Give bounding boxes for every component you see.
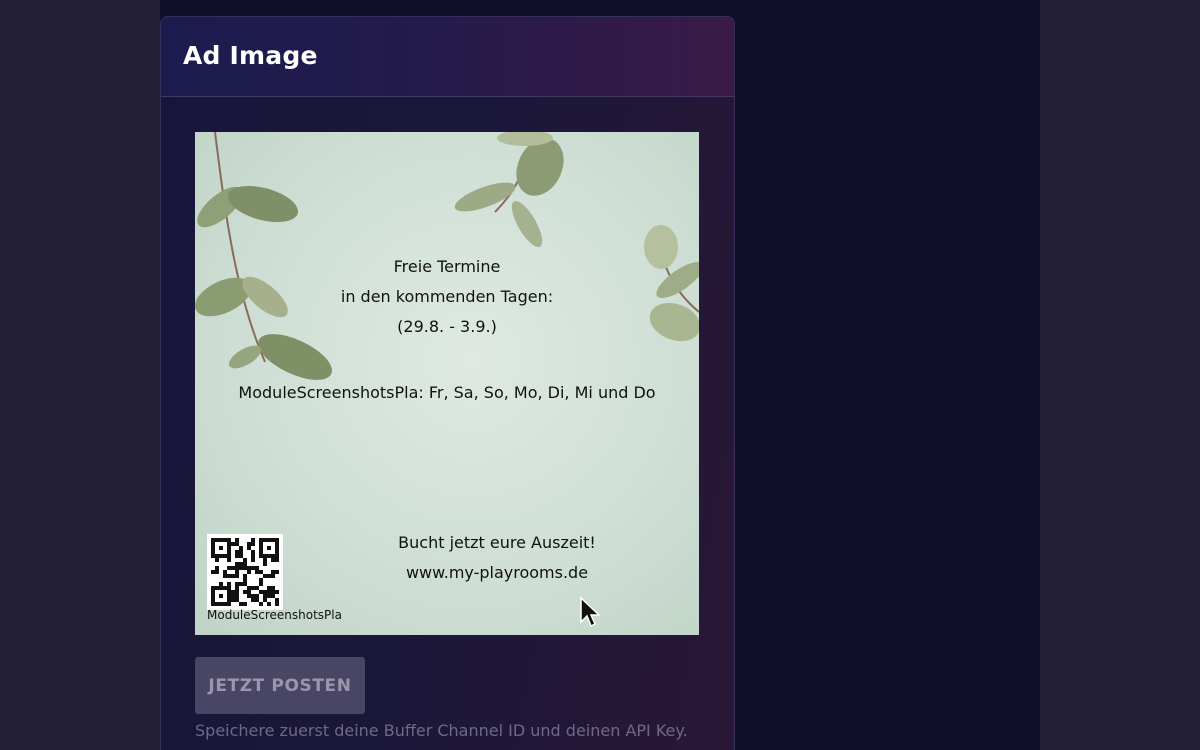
ad-text-line: Bucht jetzt eure Auszeit! <box>398 533 596 552</box>
qr-caption: ModuleScreenshotsPla <box>207 608 342 622</box>
ad-url-text: www.my-playrooms.de <box>405 563 589 582</box>
ad-text-line: Freie Termine <box>393 257 501 276</box>
ad-image: Freie Termine in den kommenden Tagen: (2… <box>195 132 699 635</box>
ad-text-line: ModuleScreenshotsPla: Fr, Sa, So, Mo, Di… <box>238 383 656 402</box>
ad-text-line: in den kommenden Tagen: <box>340 287 554 306</box>
right-area <box>1040 0 1200 750</box>
ad-text-line: (29.8. - 3.9.) <box>397 317 497 336</box>
hint-text: Speichere zuerst deine Buffer Channel ID… <box>195 721 688 740</box>
card-header: Ad Image <box>161 17 734 97</box>
post-now-button[interactable]: JETZT POSTEN <box>195 657 365 714</box>
ad-image-card: Ad Image Freie Termine in den kommenden … <box>160 16 735 750</box>
page: Ad Image Freie Termine in den kommenden … <box>0 0 1200 750</box>
mouse-cursor-icon <box>580 596 601 628</box>
card-title: Ad Image <box>183 41 318 70</box>
qr-code-icon <box>207 534 283 610</box>
